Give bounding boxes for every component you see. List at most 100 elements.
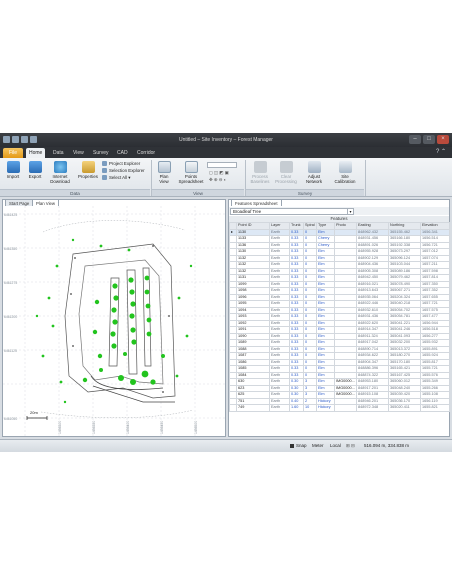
table-cell[interactable]: 1.60 (289, 404, 304, 412)
snap-toggle[interactable]: Snap (290, 440, 307, 452)
process-baselines-button[interactable]: Process Baselines (248, 161, 272, 184)
tab-corridor[interactable]: Corridor (134, 148, 158, 158)
ribbon-separator (365, 160, 366, 196)
table-cell[interactable]: 10 (303, 404, 317, 412)
scale-bar: 20m (26, 410, 48, 420)
ribbon-home: Import Export Internet Download Properti… (0, 158, 452, 197)
import-icon (6, 161, 20, 173)
clear-processing-icon (279, 161, 293, 173)
quick-access-toolbar (3, 136, 37, 143)
features-spreadsheet-pane: Features Spreadsheet Broadleaf Tree ▾ Fea… (228, 199, 450, 437)
properties-button[interactable]: Properties (76, 161, 100, 179)
clear-processing-button[interactable]: Clear Processing (274, 161, 298, 184)
export-button[interactable]: Export (25, 161, 45, 179)
table-cell[interactable]: Hickory (316, 404, 335, 412)
group-label-view: View (152, 189, 244, 196)
adjust-network-button[interactable]: Adjust Network (300, 161, 328, 184)
x-axis-label: 1456500 (194, 421, 198, 434)
column-header[interactable]: Spiral (303, 222, 317, 230)
tab-cad[interactable]: CAD (114, 148, 131, 158)
window-title: Untitled – Site Inventory – Forest Manag… (179, 137, 273, 143)
internet-download-button[interactable]: Internet Download (47, 161, 73, 184)
features-table: Point ID Layer Trunk Spiral Type Photo Easting… (229, 222, 450, 412)
row-selector[interactable] (229, 404, 237, 412)
import-button[interactable]: Import (3, 161, 23, 179)
selection-explorer-button[interactable]: Selection Explorer (102, 168, 145, 174)
tab-features-spreadsheet[interactable]: Features Spreadsheet (231, 199, 282, 206)
x-axis-label: 1456350 (92, 421, 96, 434)
y-axis-label: 6461050 (4, 417, 17, 421)
plan-view-button[interactable]: Plan View (153, 161, 175, 184)
tab-data[interactable]: Data (50, 148, 67, 158)
zoom-combo[interactable] (207, 162, 237, 168)
table-cell[interactable]: 1655.821 (420, 404, 450, 412)
cursor-coordinates: 516.094 m, 334.838 m (364, 443, 410, 448)
coordinate-system-indicator[interactable]: Local (330, 440, 341, 452)
project-explorer-button[interactable]: Project Explorer (102, 161, 140, 167)
plan-view-map[interactable]: 6461425 6461350 6461275 6461200 6461125 … (3, 206, 225, 436)
points-spreadsheet-button[interactable]: Points Spreadsheet (177, 161, 205, 184)
tab-plan-view[interactable]: Plan View (32, 199, 60, 206)
status-icons[interactable]: ⊞ ⊟ (346, 440, 355, 452)
site-calibration-icon (338, 161, 352, 173)
feature-type-dropdown[interactable]: Broadleaf Tree ▾ (230, 208, 354, 215)
y-axis-label: 6461350 (4, 247, 17, 251)
tab-home[interactable]: Home (26, 148, 46, 158)
minimize-button[interactable]: – (409, 135, 421, 144)
window-controls: – □ × (409, 135, 449, 144)
spreadsheet-icon (184, 161, 198, 173)
open-icon[interactable] (30, 136, 37, 143)
adjust-network-icon (307, 161, 321, 173)
properties-icon (81, 161, 95, 173)
title-bar: Untitled – Site Inventory – Forest Manag… (0, 133, 452, 147)
view-nav-icons[interactable]: ✥ ⊕ ⊖ ◐ (209, 177, 226, 183)
view-tool-icons[interactable]: ◻ ◫ ◩ ▣ (209, 170, 229, 176)
site-calibration-button[interactable]: Site Calibration (331, 161, 359, 184)
selection-explorer-icon (102, 168, 107, 173)
undo-icon[interactable] (12, 136, 19, 143)
table-row[interactable]: 749 Earth 1.60 10 Hickory 848972.348 365020.41… (229, 404, 450, 412)
help-icon[interactable]: ? ⌃ (436, 148, 446, 155)
close-button[interactable]: × (437, 135, 449, 144)
save-icon[interactable] (3, 136, 10, 143)
group-label-survey: Survey (246, 189, 364, 196)
y-axis-label: 6461275 (4, 281, 17, 285)
plan-view-icon (157, 161, 171, 173)
scale-label: 20m (30, 410, 38, 415)
table-cell[interactable]: IMG0000... (334, 391, 357, 399)
y-axis-label: 6461425 (4, 213, 17, 217)
chevron-down-icon: ▾ (347, 209, 353, 214)
group-label-data: Data (0, 189, 150, 196)
x-axis-label: 1456450 (160, 421, 164, 434)
y-axis-label: 6461125 (4, 349, 17, 353)
plan-view-pane: Start Page Plan View 6461425 6461350 646… (2, 199, 226, 437)
x-axis-label: 1456400 (126, 421, 130, 434)
tab-start-page[interactable]: Start Page (5, 199, 34, 206)
snap-icon (290, 443, 294, 448)
select-all-button[interactable]: Select All ▾ (102, 175, 131, 181)
select-all-icon (102, 175, 107, 180)
export-icon (28, 161, 42, 173)
feature-type-row: Broadleaf Tree ▾ (229, 207, 449, 215)
tab-survey[interactable]: Survey (90, 148, 112, 158)
units-indicator[interactable]: Meter (312, 440, 324, 452)
table-cell[interactable]: 848972.348 (356, 404, 389, 412)
ribbon-tab-bar: File Home Data View Survey CAD Corridor … (0, 147, 452, 158)
table-cell[interactable]: IMG0000... (334, 384, 357, 392)
redo-icon[interactable] (21, 136, 28, 143)
application-window: Untitled – Site Inventory – Forest Manag… (0, 133, 452, 452)
table-cell[interactable]: 365020.411 (388, 404, 421, 412)
table-cell[interactable]: Earth (269, 404, 290, 412)
table-cell[interactable]: 749 (236, 404, 270, 412)
status-bar: Snap Meter Local ⊞ ⊟ 516.094 m, 334.838 … (0, 439, 452, 452)
maximize-button[interactable]: □ (423, 135, 435, 144)
project-explorer-icon (102, 161, 107, 166)
table-cell[interactable]: IMG0000... (334, 378, 357, 386)
tab-view[interactable]: View (70, 148, 87, 158)
app-menu-button[interactable]: File (3, 148, 23, 158)
process-baselines-icon (253, 161, 267, 173)
globe-icon (53, 161, 67, 173)
x-axis-label: 1456300 (58, 421, 62, 434)
y-axis-label: 6461200 (4, 315, 17, 319)
table-cell[interactable] (334, 404, 357, 412)
